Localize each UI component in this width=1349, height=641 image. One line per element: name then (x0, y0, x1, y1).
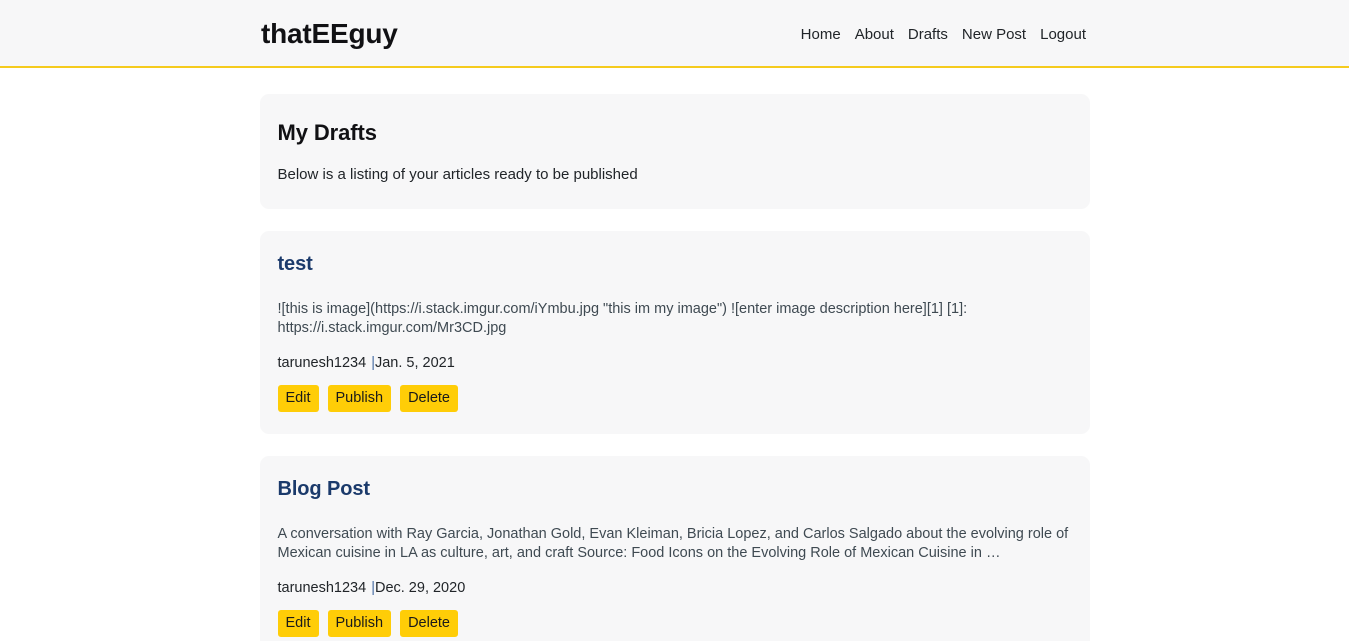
main-navigation: Home About Drafts New Post Logout (801, 24, 1349, 42)
edit-button[interactable]: Edit (277, 609, 319, 638)
article-author: tarunesh1234 (277, 579, 367, 596)
article-date: Dec. 29, 2020 (374, 579, 466, 596)
site-header: thatEEguy Home About Drafts New Post Log… (0, 0, 1349, 68)
table-row: test ![this is image](https://i.stack.im… (259, 231, 1090, 435)
page-title: My Drafts (277, 120, 377, 145)
article-byline: tarunesh1234 | Dec. 29, 2020 (278, 580, 1072, 596)
page-subtitle: Below is a listing of your articles read… (277, 166, 638, 183)
site-brand[interactable]: thatEEguy (261, 18, 398, 48)
nav-link-logout[interactable]: Logout (1040, 27, 1086, 42)
article-date: Jan. 5, 2021 (374, 354, 455, 371)
article-body: A conversation with Ray Garcia, Jonathan… (277, 526, 1069, 562)
article-body: ![this is image](https://i.stack.imgur.c… (277, 301, 968, 337)
main-content: My Drafts Below is a listing of your art… (0, 68, 1349, 641)
nav-link-drafts[interactable]: Drafts (908, 27, 948, 42)
nav-link-new-post[interactable]: New Post (962, 27, 1026, 42)
article-author: tarunesh1234 (277, 354, 367, 371)
delete-button[interactable]: Delete (400, 609, 458, 638)
edit-button[interactable]: Edit (277, 384, 319, 413)
article-title-link[interactable]: test (278, 253, 1072, 276)
nav-link-about[interactable]: About (855, 27, 894, 42)
publish-button[interactable]: Publish (327, 384, 392, 413)
table-row: Blog Post A conversation with Ray Garcia… (259, 456, 1090, 641)
article-actions: Edit Publish Delete (277, 384, 1072, 413)
nav-link-home[interactable]: Home (801, 27, 841, 42)
article-title-link[interactable]: Blog Post (278, 478, 1072, 501)
drafts-intro-card: My Drafts Below is a listing of your art… (259, 94, 1090, 209)
publish-button[interactable]: Publish (327, 609, 392, 638)
article-actions: Edit Publish Delete (277, 609, 1072, 638)
delete-button[interactable]: Delete (400, 384, 458, 413)
article-byline: tarunesh1234 | Jan. 5, 2021 (278, 355, 1072, 371)
